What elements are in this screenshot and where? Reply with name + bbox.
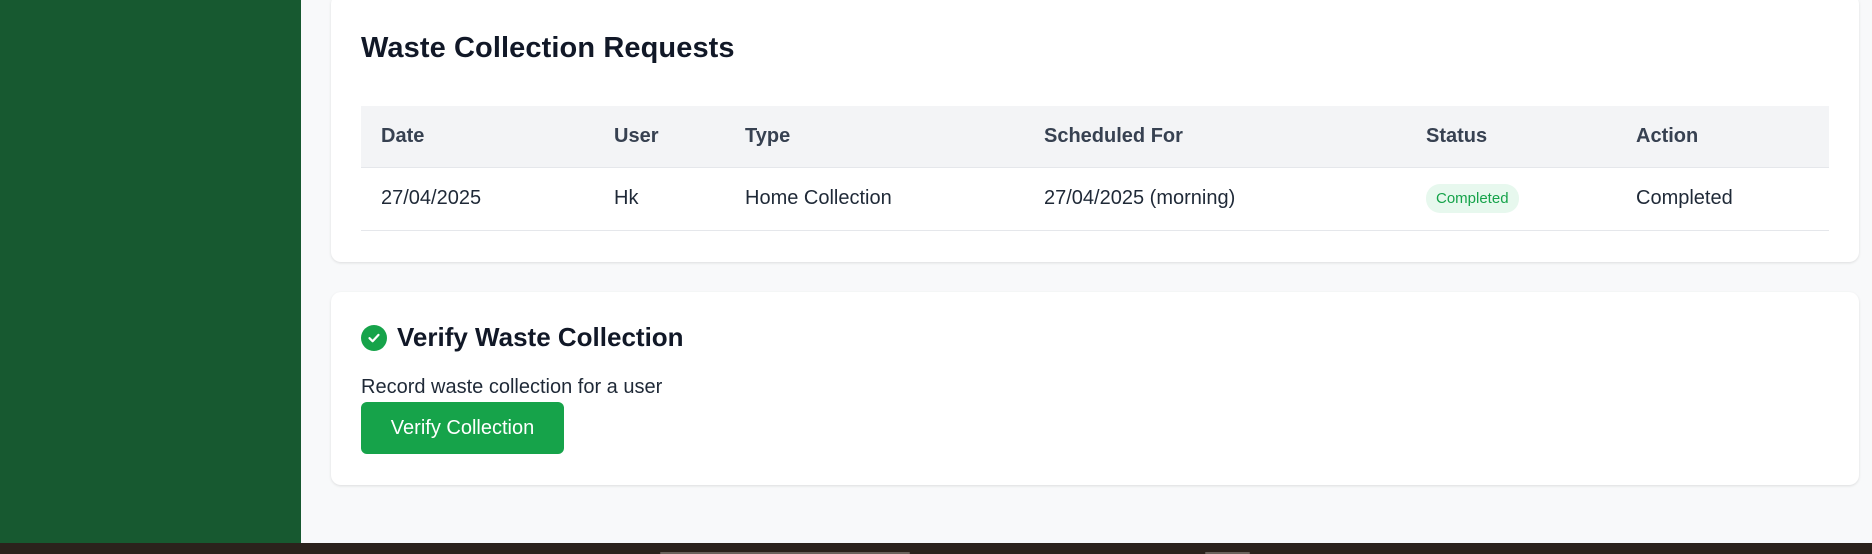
cell-action: Completed <box>1616 166 1829 231</box>
column-header-date: Date <box>381 124 425 147</box>
table-row: 27/04/2025 Hk Home Collection 27/04/2025… <box>361 166 1829 231</box>
cell-status: Completed <box>1406 166 1616 231</box>
taskbar <box>0 543 1872 554</box>
verify-header: Verify Waste Collection <box>361 322 684 353</box>
requests-table: Date User Type Scheduled For Status Acti… <box>361 106 1829 231</box>
check-circle-icon <box>361 324 387 351</box>
requests-card: Waste Collection Requests Date User Type <box>331 0 1859 262</box>
cell-type: Home Collection <box>725 166 1024 231</box>
column-header-status: Status <box>1426 124 1488 147</box>
cell-user: Hk <box>594 166 725 231</box>
requests-title: Waste Collection Requests <box>361 32 735 64</box>
verify-collection-button[interactable]: Verify Collection <box>361 402 564 454</box>
column-header-scheduled-for: Scheduled For <box>1044 124 1183 147</box>
app-window: Waste Collection Requests Date User Type <box>0 0 1872 554</box>
cell-date: 27/04/2025 <box>361 166 594 231</box>
table-header-row: Date User Type Scheduled For Status Acti… <box>361 106 1829 167</box>
column-header-user: User <box>614 124 659 147</box>
verify-title: Verify Waste Collection <box>397 322 684 352</box>
status-badge: Completed <box>1426 184 1519 213</box>
column-header-action: Action <box>1636 124 1699 147</box>
main-content: Waste Collection Requests Date User Type <box>301 0 1872 543</box>
cell-scheduled-for: 27/04/2025 (morning) <box>1024 166 1406 231</box>
sidebar <box>0 0 301 543</box>
column-header-type: Type <box>745 124 791 147</box>
verify-description: Record waste collection for a user <box>361 376 663 398</box>
verify-card: Verify Waste Collection Record waste col… <box>331 292 1859 485</box>
